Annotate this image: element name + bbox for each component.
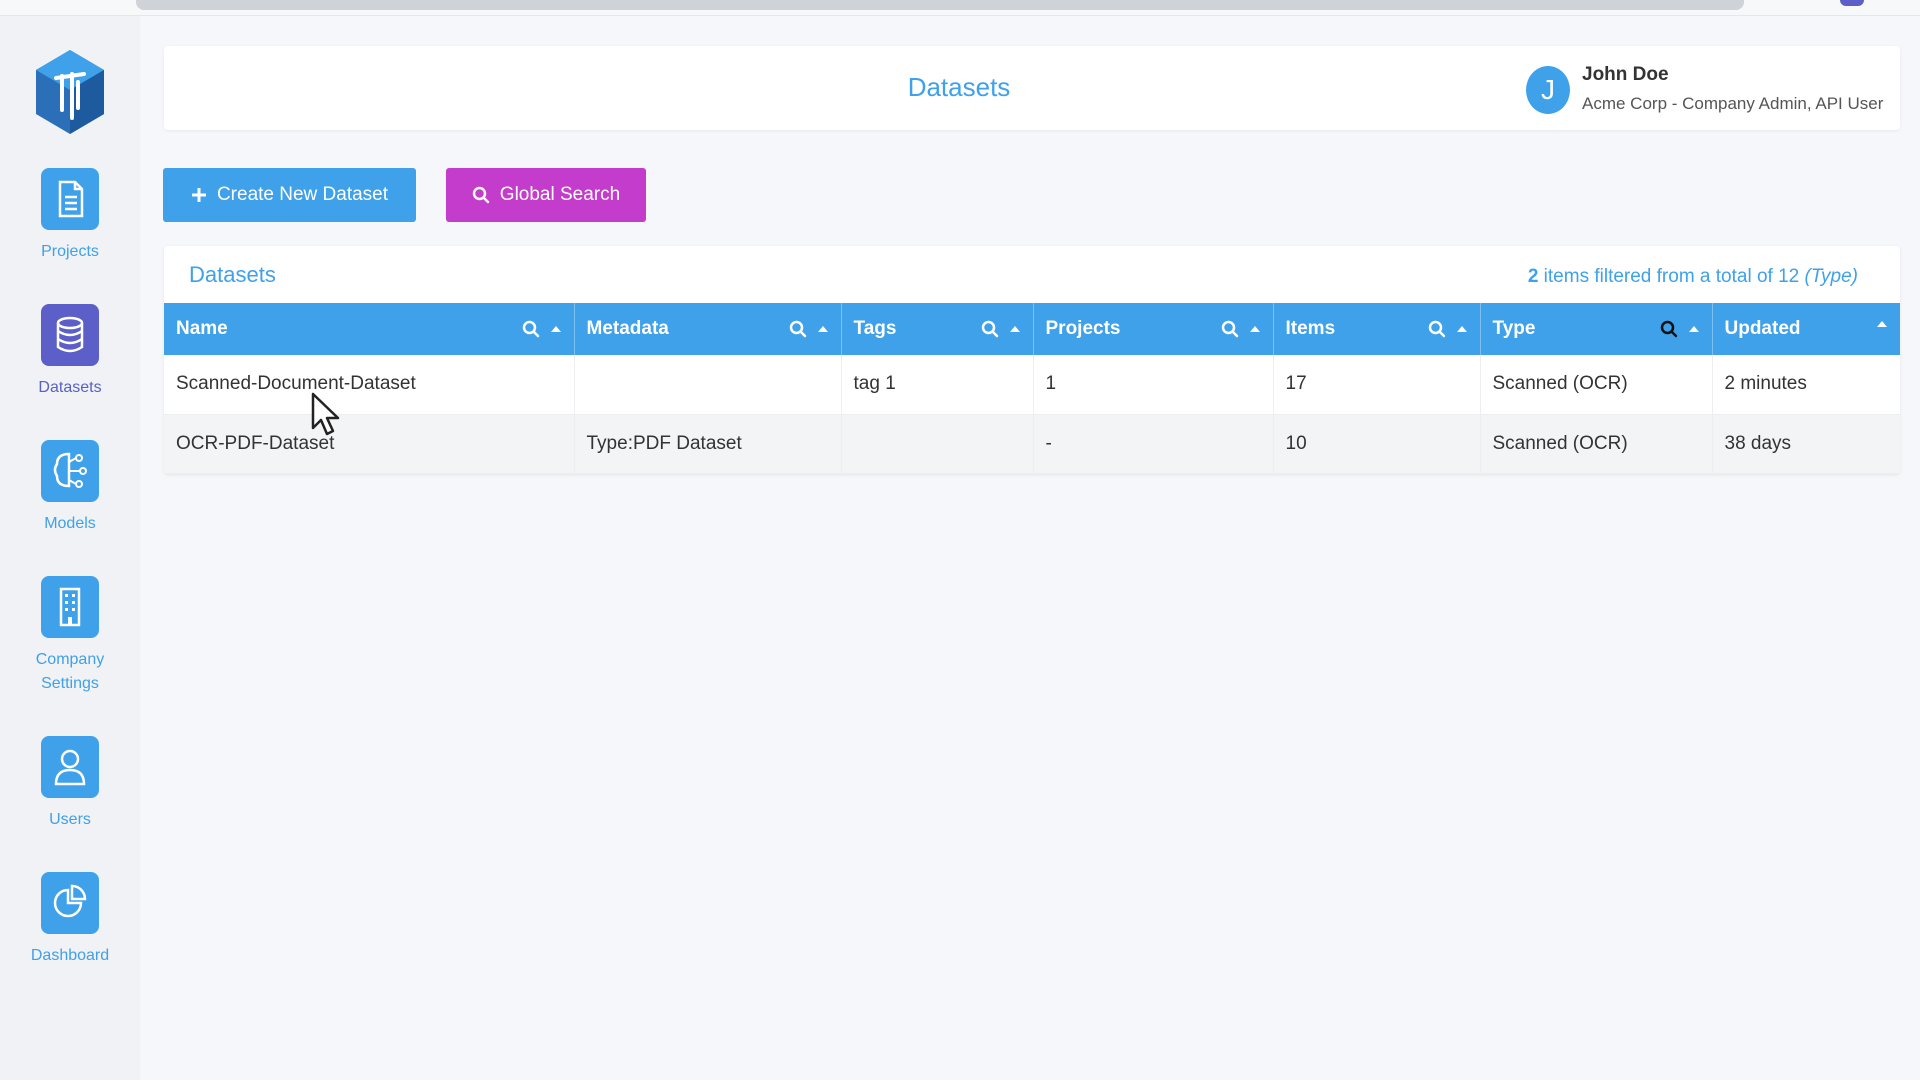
global-search-button[interactable]: Global Search	[446, 168, 646, 222]
panel-title: Datasets	[189, 262, 276, 287]
table-row[interactable]: Scanned-Document-Dataset tag 1 1 17 Scan…	[164, 355, 1900, 415]
cell-tags: tag 1	[841, 355, 1034, 415]
top-scrollbar[interactable]	[136, 0, 1744, 10]
plus-icon	[191, 188, 206, 202]
document-icon	[41, 168, 99, 230]
user-role: Acme Corp - Company Admin, API User	[1582, 94, 1884, 113]
sidebar-item-datasets[interactable]: Datasets	[0, 304, 140, 400]
cell-metadata: Type:PDF Dataset	[574, 414, 842, 474]
cell-type: Scanned (OCR)	[1480, 414, 1713, 474]
top-indicator	[1840, 0, 1864, 6]
filter-count: 2	[1527, 266, 1539, 287]
table-header-row: Name Metadata Tags Projects Items Type U…	[164, 303, 1900, 355]
sort-up-icon[interactable]	[550, 325, 562, 333]
sidebar-item-label: Datasets	[38, 379, 102, 396]
filter-type-note: (Type)	[1804, 266, 1858, 287]
user-icon	[41, 736, 99, 798]
filter-text: items filtered from a total of 12	[1538, 266, 1805, 287]
column-header-type[interactable]: Type	[1480, 303, 1713, 355]
brain-icon	[41, 440, 99, 502]
column-header-label: Items	[1285, 318, 1336, 339]
app-logo-icon[interactable]	[34, 48, 106, 136]
sidebar-item-models[interactable]: Models	[0, 440, 140, 536]
sort-up-icon[interactable]	[1009, 325, 1021, 333]
cell-projects: 1	[1033, 355, 1274, 415]
sidebar-item-label: Projects	[41, 243, 99, 260]
search-icon	[472, 186, 490, 204]
sort-up-icon[interactable]	[1876, 320, 1888, 328]
avatar[interactable]: J	[1526, 66, 1570, 114]
create-new-dataset-button[interactable]: Create New Dataset	[163, 168, 416, 222]
sidebar: Projects Datasets Models Company Settings…	[0, 16, 140, 1080]
cell-metadata	[574, 355, 842, 415]
search-icon[interactable]	[1428, 320, 1446, 338]
cell-name[interactable]: OCR-PDF-Dataset	[164, 414, 575, 474]
sidebar-item-label: Models	[44, 515, 96, 532]
cell-tags	[841, 414, 1034, 474]
column-header-label: Name	[176, 318, 228, 339]
sidebar-item-label: Company Settings	[0, 648, 140, 696]
filter-summary: 2 items filtered from a total of 12 (Typ…	[1528, 266, 1858, 288]
browser-top-bar	[0, 0, 1920, 16]
database-icon	[41, 304, 99, 366]
sort-up-icon[interactable]	[817, 325, 829, 333]
column-header-projects[interactable]: Projects	[1033, 303, 1274, 355]
sidebar-item-company-settings[interactable]: Company Settings	[0, 576, 140, 696]
cell-updated: 38 days	[1712, 414, 1900, 474]
cell-updated: 2 minutes	[1712, 355, 1900, 415]
column-header-metadata[interactable]: Metadata	[574, 303, 842, 355]
column-header-label: Tags	[853, 318, 897, 339]
search-icon[interactable]	[522, 320, 540, 338]
page-title: Datasets	[907, 72, 1011, 102]
sidebar-item-users[interactable]: Users	[0, 736, 140, 832]
sidebar-item-label-line2: Settings	[41, 675, 99, 692]
search-icon[interactable]	[1660, 320, 1678, 338]
column-header-name[interactable]: Name	[164, 303, 575, 355]
table-row[interactable]: OCR-PDF-Dataset Type:PDF Dataset - 10 Sc…	[164, 414, 1900, 474]
sort-up-icon[interactable]	[1688, 325, 1700, 333]
sidebar-item-label: Users	[49, 811, 91, 828]
sidebar-item-label-line1: Company	[35, 651, 105, 668]
column-header-tags[interactable]: Tags	[841, 303, 1034, 355]
sort-up-icon[interactable]	[1249, 325, 1261, 333]
sidebar-item-dashboard[interactable]: Dashboard	[0, 872, 140, 968]
pie-chart-icon	[41, 872, 99, 934]
sort-up-icon[interactable]	[1456, 325, 1468, 333]
cell-type: Scanned (OCR)	[1480, 355, 1713, 415]
search-icon[interactable]	[1221, 320, 1239, 338]
create-new-dataset-label: Create New Dataset	[216, 184, 389, 205]
column-header-items[interactable]: Items	[1273, 303, 1481, 355]
column-header-label: Metadata	[586, 318, 669, 339]
sidebar-item-label: Dashboard	[30, 947, 110, 964]
cell-items: 10	[1273, 414, 1481, 474]
search-icon[interactable]	[789, 320, 807, 338]
cell-name[interactable]: Scanned-Document-Dataset	[164, 355, 575, 415]
datasets-panel: Datasets 2 items filtered from a total o…	[164, 246, 1900, 474]
column-header-label: Updated	[1724, 318, 1801, 339]
column-header-updated[interactable]: Updated	[1712, 303, 1900, 355]
sidebar-item-projects[interactable]: Projects	[0, 168, 140, 264]
column-header-label: Type	[1492, 318, 1536, 339]
user-name: John Doe	[1582, 64, 1669, 85]
search-icon[interactable]	[981, 320, 999, 338]
column-header-label: Projects	[1045, 318, 1121, 339]
global-search-label: Global Search	[499, 184, 621, 205]
building-icon	[41, 576, 99, 638]
cell-items: 17	[1273, 355, 1481, 415]
page-header: Datasets J John Doe Acme Corp - Company …	[164, 46, 1900, 130]
datasets-table: Name Metadata Tags Projects Items Type U…	[164, 303, 1900, 474]
cell-projects: -	[1033, 414, 1274, 474]
